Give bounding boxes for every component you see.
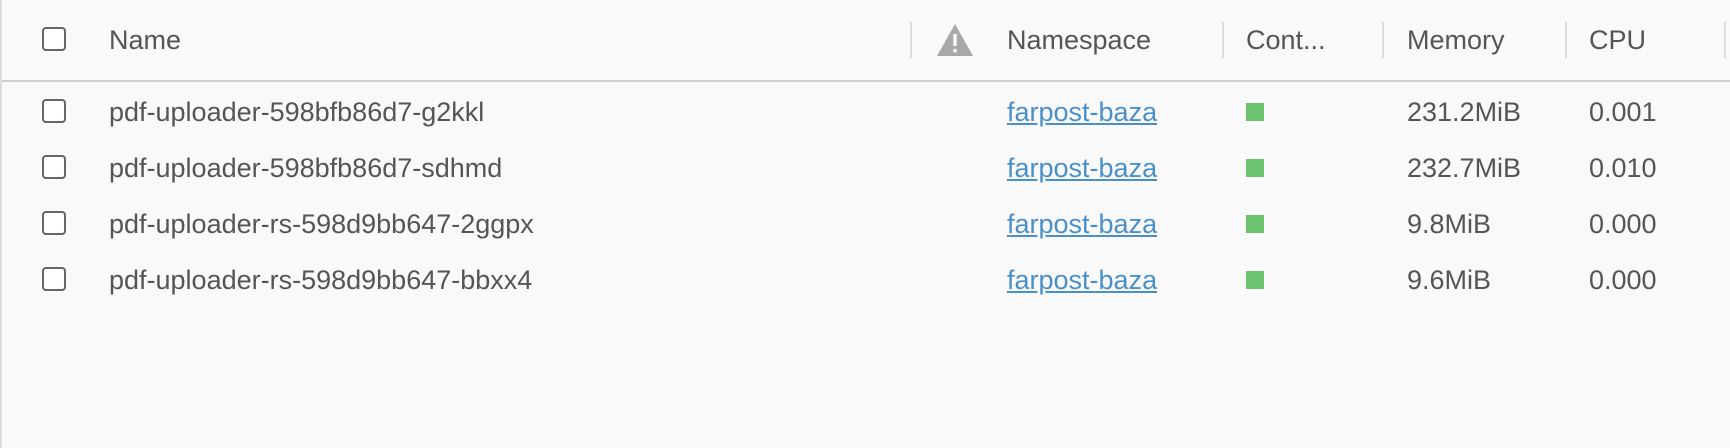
container-status-indicator: [1246, 159, 1264, 177]
container-status-indicator: [1246, 103, 1264, 121]
column-header-namespace[interactable]: Namespace: [1007, 22, 1151, 58]
namespace-link[interactable]: farpost-baza: [1007, 262, 1157, 298]
row-checkbox[interactable]: [42, 267, 66, 291]
cpu-value: 0.000: [1589, 209, 1657, 239]
column-header-cpu[interactable]: CPU: [1589, 22, 1646, 58]
column-divider[interactable]: [1724, 22, 1726, 58]
namespace-link[interactable]: farpost-baza: [1007, 206, 1157, 242]
cpu-value: 0.010: [1589, 153, 1657, 183]
table-row[interactable]: pdf-uploader-rs-598d9bb647-2ggpx farpost…: [2, 196, 1730, 252]
column-divider[interactable]: [910, 22, 912, 58]
pod-name[interactable]: pdf-uploader-rs-598d9bb647-2ggpx: [109, 206, 534, 242]
pods-table: Name Namespace Cont... Memory CPU pdf-up…: [0, 0, 1730, 448]
container-status-indicator: [1246, 271, 1264, 289]
warning-icon[interactable]: [935, 22, 975, 58]
column-divider[interactable]: [1565, 22, 1567, 58]
table-header: Name Namespace Cont... Memory CPU: [2, 0, 1730, 82]
row-checkbox[interactable]: [42, 155, 66, 179]
table-row[interactable]: pdf-uploader-598bfb86d7-sdhmd farpost-ba…: [2, 140, 1730, 196]
pod-name[interactable]: pdf-uploader-rs-598d9bb647-bbxx4: [109, 262, 532, 298]
cpu-value: 0.000: [1589, 265, 1657, 295]
pod-name[interactable]: pdf-uploader-598bfb86d7-sdhmd: [109, 150, 502, 186]
row-checkbox[interactable]: [42, 211, 66, 235]
column-header-containers[interactable]: Cont...: [1246, 22, 1326, 58]
column-header-name[interactable]: Name: [109, 22, 181, 58]
memory-value: 9.6MiB: [1407, 265, 1492, 295]
namespace-link[interactable]: farpost-baza: [1007, 150, 1157, 186]
row-checkbox[interactable]: [42, 99, 66, 123]
memory-value: 9.8MiB: [1407, 209, 1492, 239]
table-row[interactable]: pdf-uploader-598bfb86d7-g2kkl farpost-ba…: [2, 84, 1730, 140]
container-status-indicator: [1246, 215, 1264, 233]
column-header-memory[interactable]: Memory: [1407, 22, 1505, 58]
column-divider[interactable]: [1222, 22, 1224, 58]
table-row[interactable]: pdf-uploader-rs-598d9bb647-bbxx4 farpost…: [2, 252, 1730, 308]
column-divider[interactable]: [1382, 22, 1384, 58]
cpu-value: 0.001: [1589, 97, 1657, 127]
pod-name[interactable]: pdf-uploader-598bfb86d7-g2kkl: [109, 94, 484, 130]
select-all-checkbox[interactable]: [42, 27, 66, 51]
memory-value: 232.7MiB: [1407, 153, 1522, 183]
memory-value: 231.2MiB: [1407, 97, 1522, 127]
namespace-link[interactable]: farpost-baza: [1007, 94, 1157, 130]
